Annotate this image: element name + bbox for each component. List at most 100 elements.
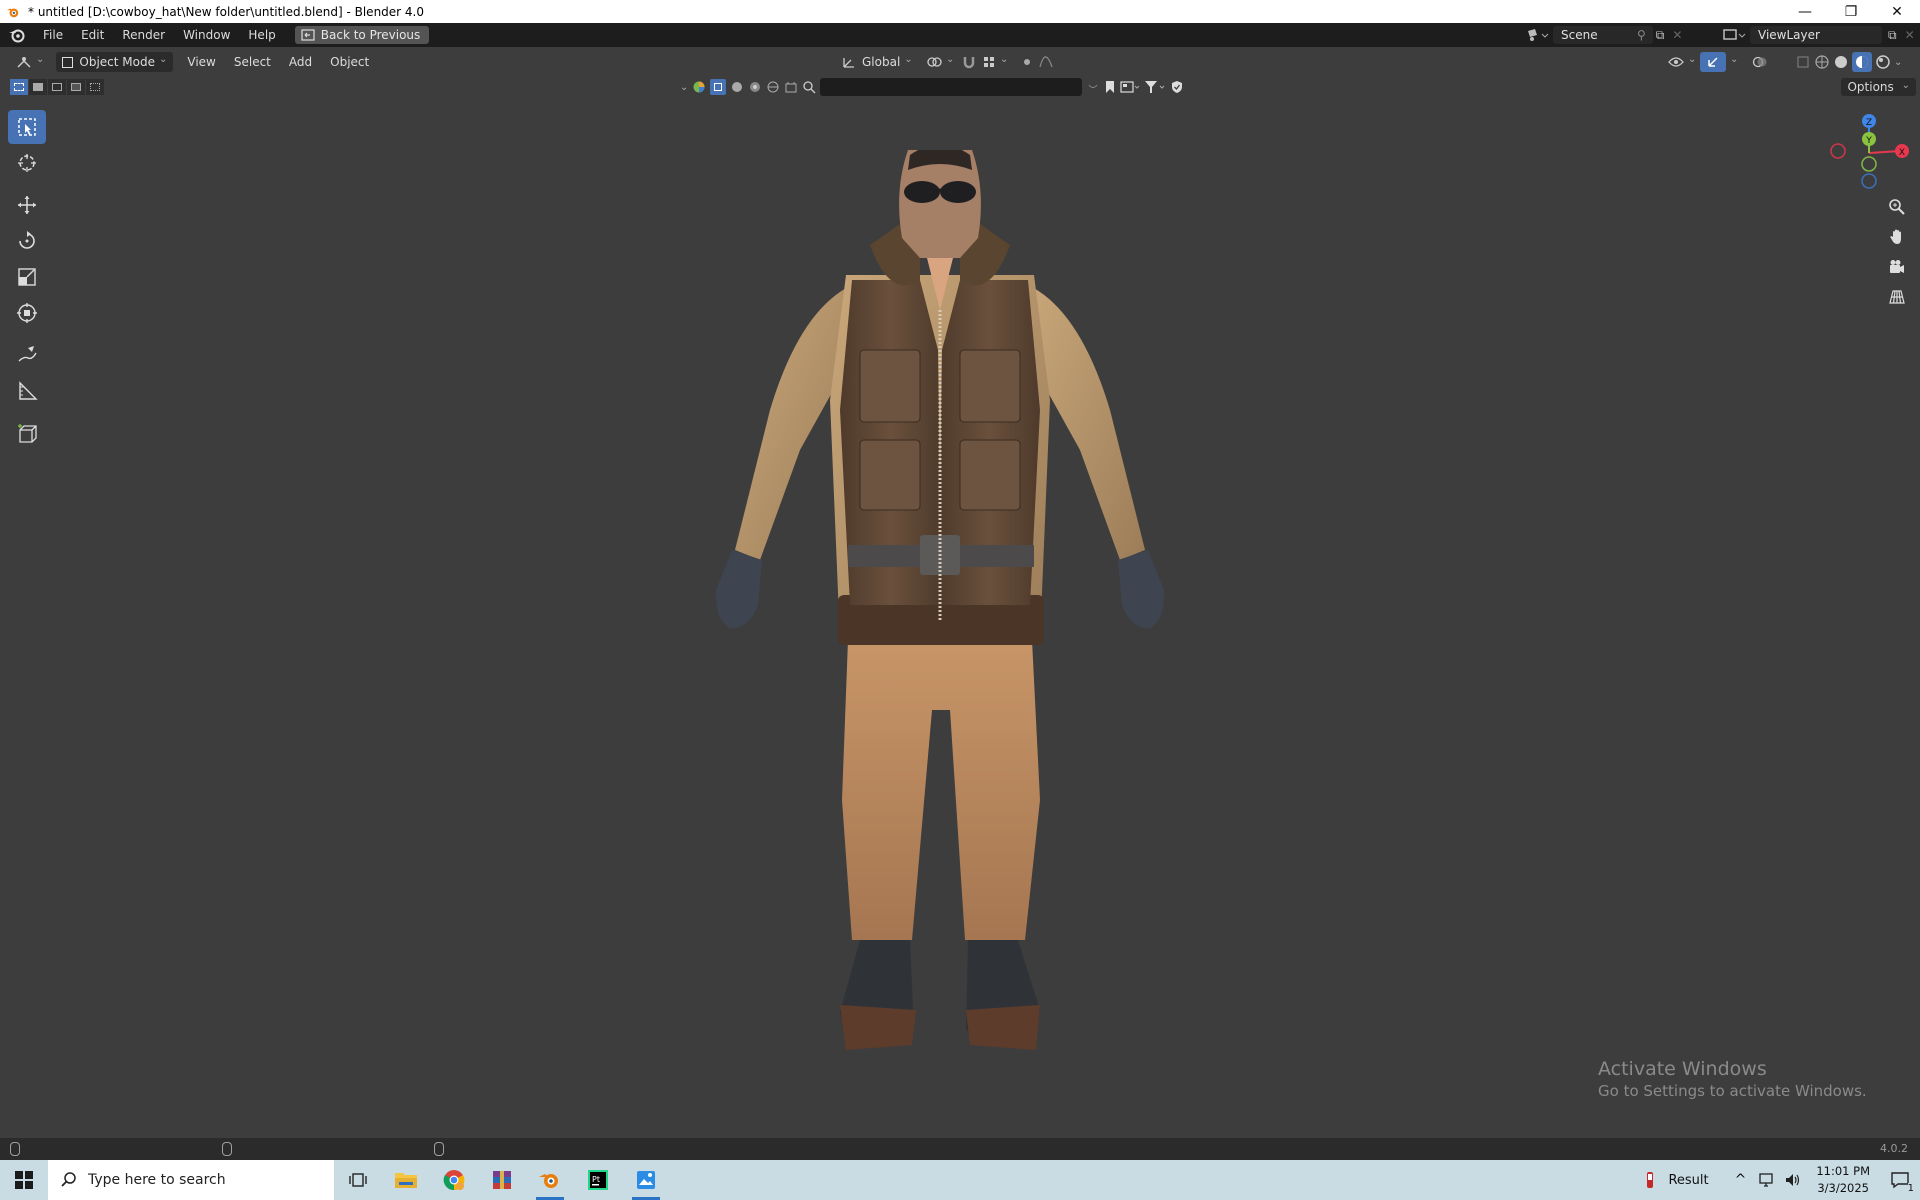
show-hidden-icons-icon[interactable]: ^ (1735, 1172, 1747, 1188)
blender-menu-icon[interactable] (8, 26, 26, 44)
rotate-tool[interactable] (8, 224, 46, 258)
volume-icon[interactable] (1784, 1172, 1802, 1188)
menu-file[interactable]: File (34, 23, 72, 47)
perspective-toggle-button[interactable] (1882, 282, 1912, 312)
minimize-button[interactable]: — (1782, 0, 1828, 23)
clock-time: 11:01 PM (1816, 1164, 1870, 1178)
svg-text:Pt: Pt (592, 1175, 600, 1184)
outliner-search-field[interactable] (820, 78, 1083, 96)
taskbar-photos[interactable] (622, 1160, 670, 1200)
menu-help[interactable]: Help (239, 23, 284, 47)
close-button[interactable]: ✕ (1874, 0, 1920, 23)
camera-view-button[interactable] (1882, 252, 1912, 282)
new-scene-icon[interactable]: ⧉ (1656, 28, 1665, 43)
pivot-point-dropdown[interactable] (920, 52, 960, 72)
xray-toggle[interactable] (1790, 52, 1816, 72)
transform-tool[interactable] (8, 296, 46, 330)
options-dropdown[interactable]: Options (1841, 78, 1916, 96)
start-button[interactable] (0, 1160, 48, 1200)
bookmark-icon[interactable] (1104, 80, 1116, 94)
measure-tool[interactable] (8, 374, 46, 408)
select-subtract-icon[interactable] (48, 79, 66, 95)
shield-icon[interactable] (1170, 80, 1184, 94)
solid-shading-icon[interactable] (1833, 54, 1849, 70)
notifications-button[interactable]: 1 (1880, 1160, 1920, 1200)
network-icon[interactable] (1758, 1172, 1776, 1188)
taskbar-winrar[interactable] (478, 1160, 526, 1200)
gizmo-dropdown[interactable] (1720, 52, 1744, 72)
delete-scene-icon[interactable]: ✕ (1672, 28, 1682, 42)
annotate-tool[interactable] (8, 338, 46, 372)
filter-funnel-icon[interactable] (1144, 80, 1166, 94)
taskbar-chrome[interactable] (430, 1160, 478, 1200)
taskbar-file-explorer[interactable] (382, 1160, 430, 1200)
character-model[interactable] (620, 150, 1260, 1110)
menu-window[interactable]: Window (174, 23, 239, 47)
select-invert-icon[interactable] (67, 79, 85, 95)
color-sphere-icon[interactable] (692, 80, 706, 94)
tray-result-label[interactable]: Result (1668, 1173, 1708, 1188)
menu-object[interactable]: Object (324, 52, 375, 72)
gizmo-x-label: X (1899, 148, 1905, 158)
menu-render[interactable]: Render (113, 23, 174, 47)
filter-object-toggle[interactable] (710, 79, 727, 95)
snap-target-dropdown[interactable] (976, 52, 1014, 72)
select-intersect-icon[interactable] (86, 79, 104, 95)
add-cube-tool[interactable] (8, 416, 46, 450)
material-preview-button[interactable] (1852, 52, 1872, 72)
viewlayer-selector[interactable]: ViewLayer ⧉ ✕ (1722, 26, 1915, 44)
falloff-dropdown[interactable] (1032, 52, 1060, 72)
watermark-subtitle: Go to Settings to activate Windows. (1598, 1082, 1867, 1100)
menu-view[interactable]: View (181, 52, 221, 72)
select-new-icon[interactable] (10, 79, 28, 95)
menu-select[interactable]: Select (228, 52, 277, 72)
visibility-dropdown[interactable] (1662, 52, 1702, 72)
viewlayer-name-field[interactable]: ViewLayer (1750, 26, 1882, 44)
gizmo-neg-x-icon[interactable] (1830, 143, 1846, 159)
menu-edit[interactable]: Edit (72, 23, 113, 47)
taskbar-search-box[interactable]: Type here to search (48, 1160, 334, 1200)
filter-light-icon[interactable] (748, 80, 762, 94)
scene-selector[interactable]: Scene ⚲ ⧉ ✕ (1525, 26, 1682, 44)
taskbar-task-view[interactable] (334, 1160, 382, 1200)
filter-collapse-icon[interactable] (1086, 80, 1100, 94)
object-mode-icon (62, 56, 74, 68)
filter-expand-icon[interactable]: ⌄ (680, 82, 688, 93)
result-app-icon[interactable] (1642, 1170, 1658, 1190)
select-box-icon (18, 118, 36, 136)
move-tool[interactable] (8, 188, 46, 222)
display-mode-icon[interactable] (1120, 80, 1140, 94)
navigation-gizmo[interactable]: Z Y X (1820, 108, 1920, 198)
editor-type-button[interactable] (10, 52, 50, 72)
blender-menubar: File Edit Render Window Help Back to Pre… (0, 23, 1920, 47)
taskbar-blender[interactable] (526, 1160, 574, 1200)
folder-icon (395, 1173, 417, 1188)
shading-options-dropdown[interactable]: ⌄ (1894, 57, 1902, 68)
cursor-tool[interactable] (8, 146, 46, 180)
object-mode-dropdown[interactable]: Object Mode (56, 52, 174, 72)
filter-scene-icon[interactable] (784, 80, 798, 94)
transform-orientation-dropdown[interactable]: Global (836, 52, 919, 72)
menu-add[interactable]: Add (283, 52, 318, 72)
select-box-tool[interactable] (8, 110, 46, 144)
restore-button[interactable]: ❐ (1828, 0, 1874, 23)
taskbar-pycharm[interactable]: Pt (574, 1160, 622, 1200)
pin-scene-icon[interactable]: ⚲ (1637, 28, 1646, 42)
back-to-previous-button[interactable]: Back to Previous (294, 26, 430, 44)
scale-tool[interactable] (8, 260, 46, 294)
wireframe-shading-icon[interactable] (1814, 54, 1830, 70)
filter-world-icon[interactable] (766, 80, 780, 94)
zoom-button[interactable] (1882, 192, 1912, 222)
options-label: Options (1847, 80, 1894, 94)
filter-material-icon[interactable] (730, 80, 744, 94)
gizmo-neg-y-icon[interactable] (1861, 156, 1877, 172)
select-extend-icon[interactable] (29, 79, 47, 95)
viewport-subheader: ⌄ Options (0, 77, 1920, 99)
rendered-shading-icon[interactable] (1875, 54, 1891, 70)
new-viewlayer-icon[interactable]: ⧉ (1888, 28, 1897, 43)
pan-button[interactable] (1882, 222, 1912, 252)
overlays-toggle[interactable] (1746, 52, 1774, 72)
delete-viewlayer-icon[interactable]: ✕ (1905, 28, 1915, 42)
gizmo-neg-z-icon[interactable] (1861, 173, 1877, 189)
taskbar-clock[interactable]: 11:01 PM 3/3/2025 (1816, 1163, 1870, 1197)
